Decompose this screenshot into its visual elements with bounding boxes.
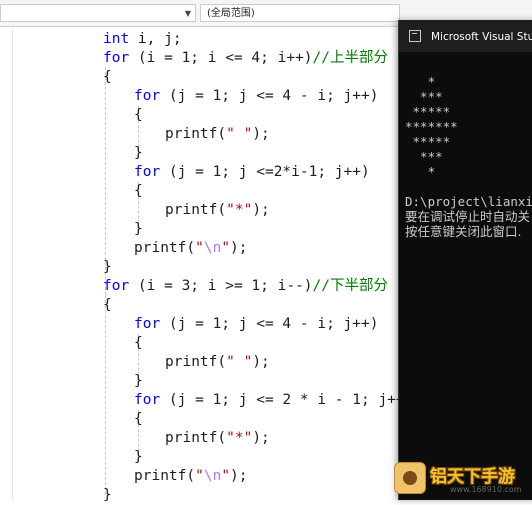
code-line: for (j = 1; j <= 2 * i - 1; j++) [134, 392, 414, 408]
gutter-separator [12, 27, 13, 500]
console-output-line: * [405, 74, 436, 89]
console-output-line: * [405, 164, 436, 179]
watermark-url: www.168910.com [450, 485, 522, 494]
code-line: } [103, 259, 112, 275]
code-line: printf("\n"); [134, 468, 248, 484]
code-comment: //下半部分 [312, 278, 388, 294]
code-line: { [103, 69, 112, 85]
code-line: } [134, 145, 143, 161]
console-output-line: *** [405, 89, 443, 104]
console-output-line: *** [405, 149, 443, 164]
code-line: printf("*"); [165, 430, 270, 446]
watermark-text: 铝天下手游 [430, 467, 515, 487]
code-comment: //上半部分 [312, 50, 388, 66]
scope-dropdown-right[interactable]: (全局范围) [200, 4, 400, 22]
code-line: for (j = 1; j <= 4 - i; j++) [134, 316, 379, 332]
code-line: printf(" "); [165, 354, 270, 370]
code-line: printf("*"); [165, 202, 270, 218]
scope-dropdown-right-label: (全局范围) [207, 8, 255, 19]
code-line: printf("\n"); [134, 240, 248, 256]
code-line: { [134, 335, 143, 351]
code-line: { [134, 107, 143, 123]
code-line: } [134, 373, 143, 389]
console-titlebar[interactable]: Microsoft Visual Studio 调 [399, 20, 532, 52]
console-output-line: ***** [405, 104, 451, 119]
code-line: for (i = 1; i <= 4; i++)//上半部分 [103, 50, 388, 66]
console-app-icon [409, 30, 421, 42]
code-line: } [134, 449, 143, 465]
site-watermark: 铝天下手游 www.168910.com [392, 458, 532, 500]
console-message-line: 要在调试停止时自动关 [405, 209, 531, 224]
code-line: { [103, 297, 112, 313]
code-line: int i, j; [103, 31, 182, 47]
console-message-line: 按任意键关闭此窗口. [405, 224, 522, 239]
code-line: for (j = 1; j <=2*i-1; j++) [134, 164, 370, 180]
debug-console-window[interactable]: Microsoft Visual Studio 调 * *** ***** **… [398, 20, 532, 500]
console-output-line: ******* [405, 119, 458, 134]
console-title: Microsoft Visual Studio 调 [431, 31, 532, 43]
code-line: { [134, 411, 143, 427]
code-line: for (j = 1; j <= 4 - i; j++) [134, 88, 379, 104]
chevron-down-icon: ▼ [184, 9, 191, 18]
watermark-logo-icon [394, 462, 426, 494]
code-line: printf(" "); [165, 126, 270, 142]
scope-dropdown-left[interactable]: ▼ [0, 4, 196, 22]
console-path-line: D:\project\lianxi\C [405, 194, 532, 209]
code-line: for (i = 3; i >= 1; i--)//下半部分 [103, 278, 388, 294]
code-line: } [134, 221, 143, 237]
console-output-line: ***** [405, 134, 451, 149]
indent-guide [105, 295, 106, 495]
code-line: } [103, 487, 112, 503]
code-line: { [134, 183, 143, 199]
